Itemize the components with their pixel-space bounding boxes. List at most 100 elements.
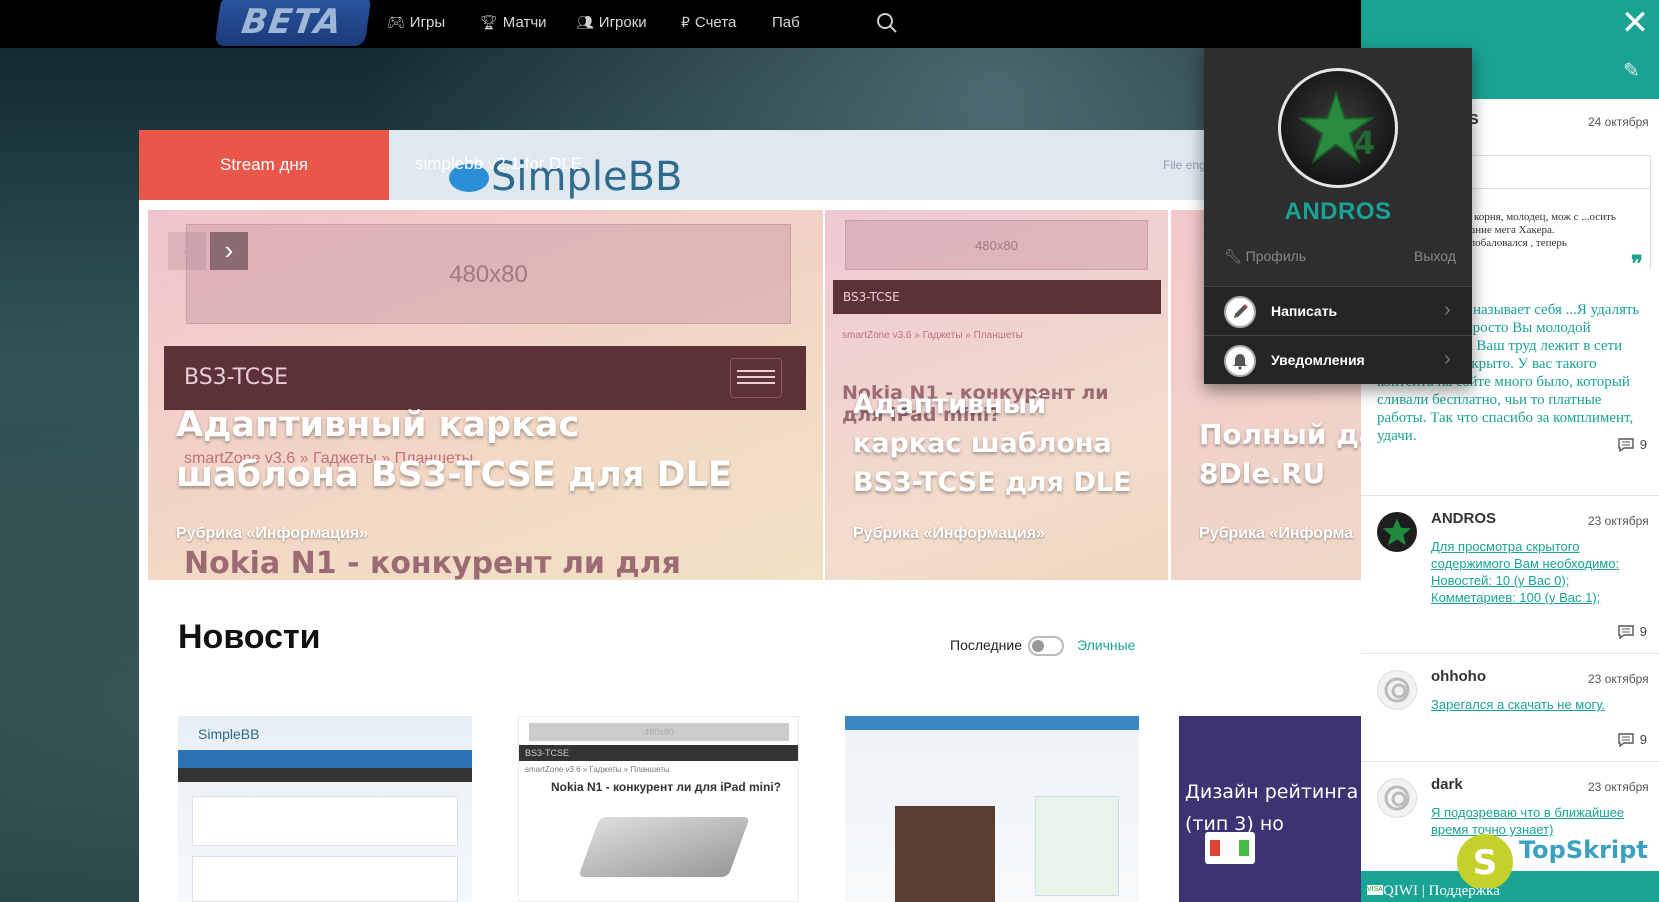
news-thumb-screenshot[interactable] <box>845 716 1139 902</box>
reply-count-value: 9 <box>1639 437 1647 452</box>
rating-widget <box>1205 832 1255 864</box>
slider-next-button[interactable]: › <box>210 232 248 270</box>
chevron-right-icon: › <box>1444 299 1451 321</box>
slide-title[interactable]: Адаптивный каркас шаблона BS3-TCSE для D… <box>176 400 736 500</box>
slider-prev-button[interactable]: ‹ <box>168 232 206 270</box>
logout-link[interactable]: Выход <box>1414 248 1456 264</box>
nav-item-accounts[interactable]: ₽ Счета <box>681 14 736 31</box>
banner-placeholder: 480x80 <box>845 220 1148 270</box>
thumb-bar: BS3-TCSE <box>519 745 798 761</box>
slide-category[interactable]: Рубрика «Информация» <box>176 525 368 543</box>
svg-text:4: 4 <box>1354 125 1376 161</box>
slide-category[interactable]: Рубрика «Информация» <box>853 525 1045 543</box>
profile-label: Профиль <box>1245 248 1307 264</box>
comment-date: 23 октября <box>1588 780 1649 794</box>
hamburger-icon <box>730 358 782 398</box>
comment-date: 24 октября <box>1588 115 1649 129</box>
comment-quote-text: из корня, молодец, мож с ...осить звание… <box>1461 211 1616 249</box>
default-avatar-icon <box>1384 677 1410 703</box>
write-message-item[interactable]: Написать › <box>1204 286 1472 335</box>
thumb-placeholder: 480x80 <box>529 723 789 741</box>
comment-item: ohhoho 23 октября Зарегался а скачать не… <box>1361 653 1659 761</box>
nav-item-games[interactable]: 🎮︎ Игры <box>387 14 445 31</box>
close-icon[interactable]: ✕ <box>1611 0 1659 48</box>
filter-toggle[interactable] <box>1028 636 1064 656</box>
nav-item-matches[interactable]: 🏆︎ Матчи <box>480 14 547 31</box>
stream-side-text: File eng <box>1163 158 1206 172</box>
thumb-dark-strip <box>178 768 472 782</box>
profile-link[interactable]: 🔧︎ Профиль <box>1224 248 1306 265</box>
reply-count-value: 9 <box>1639 732 1647 747</box>
slide-title[interactable]: Полный да 8Dle.RU <box>1199 415 1361 493</box>
stream-title[interactable]: simplebb v2.1 for DLE <box>415 154 582 174</box>
reply-count[interactable]: 9 <box>1618 732 1647 747</box>
default-avatar-icon <box>1384 785 1410 811</box>
slide-main[interactable]: 480x80 BS3-TCSE smartZone v3.6 » Гаджеты… <box>148 210 823 580</box>
nav-item-label: Счета <box>694 14 737 31</box>
bs3-bar-title: BS3-TCSE <box>843 290 900 304</box>
search-icon[interactable] <box>876 12 898 34</box>
bell-icon <box>1224 345 1256 377</box>
news-thumb-nokia[interactable]: 480x80 BS3-TCSE smartZone v3.6 » Гаджеты… <box>518 716 799 902</box>
thumb-label: Дизайн рейтинга (тип 3) но <box>1185 781 1359 835</box>
nav-item-pub[interactable]: Паб <box>772 14 800 31</box>
comment-item: ANDROS 23 октября Для просмотра скрытого… <box>1361 495 1659 653</box>
pencil-icon <box>1224 296 1256 328</box>
nav-item-players[interactable]: 👥︎ Игроки <box>576 14 647 31</box>
avatar[interactable] <box>1377 670 1417 710</box>
user-avatar[interactable]: 4 <box>1278 68 1398 188</box>
comment-author[interactable]: ANDROS <box>1431 510 1496 527</box>
filter-latest[interactable]: Последние <box>950 637 1022 653</box>
stream-of-day-button[interactable]: Stream дня <box>139 130 389 200</box>
thumb-breadcrumb: smartZone v3.6 » Гаджеты » Планшеты <box>525 765 670 774</box>
reply-count[interactable]: 9 <box>1618 624 1647 639</box>
visa-icon: VISA <box>1367 885 1383 895</box>
slide-category[interactable]: Рубрика «Информа <box>1199 525 1353 543</box>
star-rank-icon: 4 <box>1299 89 1376 164</box>
star-icon <box>1382 518 1412 546</box>
bs3-header-bar: BS3-TCSE <box>833 280 1161 314</box>
svg-text:S: S <box>1473 843 1498 883</box>
news-heading: Новости <box>178 618 321 656</box>
write-label: Написать <box>1271 303 1338 319</box>
thumb-label: SimpleBB <box>198 726 260 742</box>
comment-author[interactable]: ohhoho <box>1431 668 1486 685</box>
notifications-item[interactable]: Уведомления › <box>1204 335 1472 384</box>
news-thumb-rating[interactable]: Дизайн рейтинга (тип 3) но <box>1179 716 1361 902</box>
filter-personal[interactable]: Эличные <box>1077 637 1135 653</box>
gamepad-icon: 🎮︎ <box>387 14 405 30</box>
thumb-label: Nokia N1 - конкурент ли для iPad mini? <box>551 780 782 794</box>
thumb-table <box>192 796 458 846</box>
banner-placeholder: 480x80 <box>186 224 791 324</box>
trophy-icon: 🏆︎ <box>480 14 498 30</box>
comment-text[interactable]: Для просмотра скрытого содержимого Вам н… <box>1431 538 1643 606</box>
wrench-icon: 🔧︎ <box>1224 248 1246 264</box>
ruble-icon: ₽ <box>681 14 690 30</box>
reply-count-value: 9 <box>1639 624 1647 639</box>
tablet-image <box>578 817 750 877</box>
nav-item-label: Игры <box>409 14 446 31</box>
slide-title[interactable]: Адаптивный каркас шаблона BS3-TCSE для D… <box>853 385 1153 502</box>
comment-author[interactable]: dark <box>1431 776 1463 793</box>
thumb-header <box>845 716 1139 730</box>
slide-background-text: Nokia N1 - конкурент ли для <box>184 546 681 580</box>
slide-breadcrumb: smartZone v3.6 » Гаджеты » Планшеты <box>842 330 1023 341</box>
reply-count[interactable]: 9 <box>1618 437 1647 452</box>
user-name[interactable]: ANDROS <box>1204 198 1472 226</box>
news-thumb-simplebb[interactable]: SimpleBB <box>178 716 472 902</box>
comment-bubble-icon <box>1618 732 1634 747</box>
quote-icon: ❞ <box>1631 251 1643 276</box>
comment-text[interactable]: Зарегался а скачать не могу. <box>1431 696 1643 713</box>
topskript-watermark: S TopSkript <box>1457 834 1648 888</box>
thumb-sidebar <box>1035 796 1119 896</box>
user-dropdown: 4 ANDROS 🔧︎ Профиль Выход Написать › Уве… <box>1204 48 1472 384</box>
avatar[interactable] <box>1377 778 1417 818</box>
watermark-text: TopSkript <box>1519 836 1648 864</box>
chevron-right-icon: › <box>1444 348 1451 370</box>
slide-secondary[interactable]: 480x80 BS3-TCSE smartZone v3.6 » Гаджеты… <box>825 210 1168 580</box>
users-icon: 👥︎ <box>576 14 594 30</box>
pencil-icon[interactable]: ✎ <box>1623 58 1645 82</box>
site-logo[interactable]: BETA <box>214 0 372 46</box>
nav-item-label: Паб <box>772 14 800 31</box>
avatar[interactable] <box>1377 512 1417 552</box>
